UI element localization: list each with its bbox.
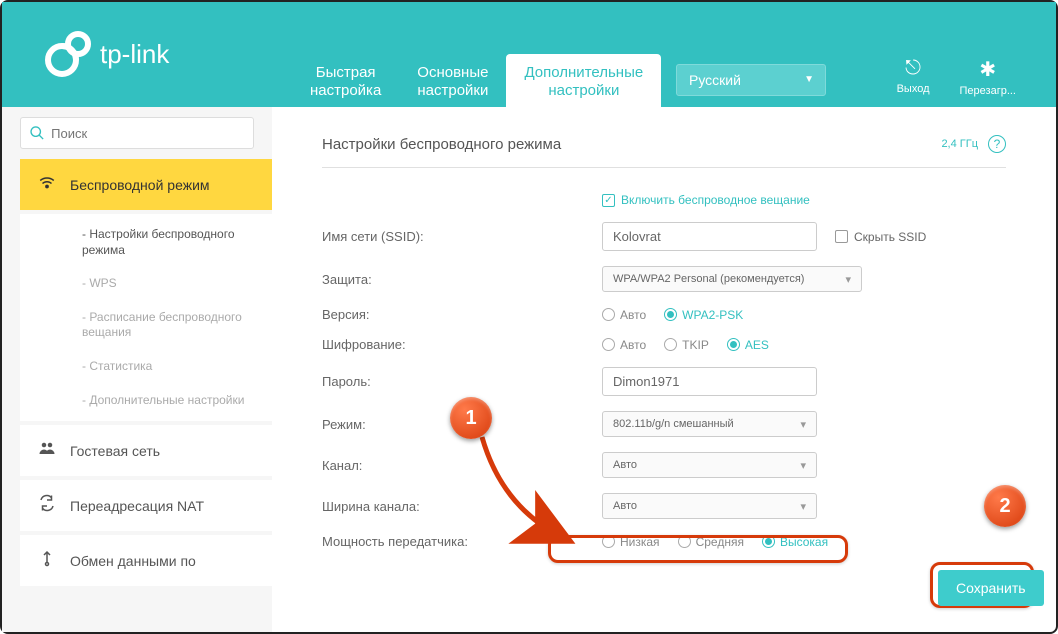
logo: tp-link <box>42 30 169 80</box>
row-encryption: Шифрование: Авто TKIP AES <box>322 337 1006 352</box>
label-encryption: Шифрование: <box>322 337 602 352</box>
channel-select[interactable]: Авто <box>602 452 817 478</box>
sub-wireless-settings[interactable]: - Настройки беспроводного режима <box>20 218 272 267</box>
row-security: Защита: WPA/WPA2 Personal (рекомендуется… <box>322 266 1006 292</box>
reboot-label: Перезагр... <box>960 85 1016 97</box>
header: tp-link Быстрая настройка Основные настр… <box>2 2 1056 107</box>
content: Настройки беспроводного режима 2,4 ГГц ?… <box>272 107 1056 632</box>
wifi-icon <box>36 173 58 196</box>
checkbox-icon: ✓ <box>602 194 615 207</box>
checkbox-icon <box>835 230 848 243</box>
width-select[interactable]: Авто <box>602 493 817 519</box>
password-input[interactable] <box>602 367 817 396</box>
content-header: Настройки беспроводного режима 2,4 ГГц ? <box>322 135 1006 168</box>
ssid-input[interactable] <box>602 222 817 251</box>
wireless-subitems: - Настройки беспроводного режима - WPS -… <box>20 214 272 421</box>
annotation-box-power <box>548 535 848 563</box>
search-icon <box>29 124 45 142</box>
usb-icon <box>36 549 58 572</box>
logout-label: Выход <box>897 83 930 95</box>
sidebar-item-label: Гостевая сеть <box>70 443 160 459</box>
enc-aes-radio[interactable]: AES <box>727 338 769 352</box>
save-button[interactable]: Сохранить <box>938 570 1044 606</box>
row-password: Пароль: <box>322 367 1006 396</box>
nat-icon <box>36 494 58 517</box>
sidebar-item-guest[interactable]: Гостевая сеть <box>20 425 272 476</box>
search-input[interactable] <box>51 126 245 141</box>
body: Беспроводной режим - Настройки беспровод… <box>2 107 1056 632</box>
header-actions: ⎋ Выход ✱ Перезагр... <box>897 57 1016 97</box>
sub-statistics[interactable]: - Статистика <box>20 350 272 384</box>
label-width: Ширина канала: <box>322 499 602 514</box>
security-select[interactable]: WPA/WPA2 Personal (рекомендуется) <box>602 266 862 292</box>
page-title: Настройки беспроводного режима <box>322 136 561 153</box>
version-auto-radio[interactable]: Авто <box>602 308 646 322</box>
hide-ssid-label: Скрыть SSID <box>854 230 926 244</box>
row-channel: Канал: Авто <box>322 452 1006 478</box>
help-icon[interactable]: ? <box>988 135 1006 153</box>
enable-radio-checkbox[interactable]: ✓ Включить беспроводное вещание <box>602 193 810 207</box>
version-wpa2-radio[interactable]: WPA2-PSK <box>664 308 743 322</box>
brand-text: tp-link <box>100 39 169 70</box>
annotation-step-2: 2 <box>984 485 1026 527</box>
sub-advanced[interactable]: - Дополнительные настройки <box>20 384 272 418</box>
label-security: Защита: <box>322 272 602 287</box>
annotation-box-save: Сохранить <box>930 562 1034 608</box>
reboot-icon: ✱ <box>960 57 1016 82</box>
label-password: Пароль: <box>322 374 602 389</box>
sidebar-item-wireless[interactable]: Беспроводной режим <box>20 159 272 210</box>
row-ssid: Имя сети (SSID): Скрыть SSID <box>322 222 1006 251</box>
row-width: Ширина канала: Авто <box>322 493 1006 519</box>
enc-auto-radio[interactable]: Авто <box>602 338 646 352</box>
sidebar-item-label: Обмен данными по <box>70 553 196 569</box>
row-version: Версия: Авто WPA2-PSK <box>322 307 1006 322</box>
enc-tkip-radio[interactable]: TKIP <box>664 338 709 352</box>
hide-ssid-checkbox[interactable]: Скрыть SSID <box>835 230 926 244</box>
mode-select[interactable]: 802.11b/g/n смешанный <box>602 411 817 437</box>
sidebar-item-label: Беспроводной режим <box>70 177 210 193</box>
language-select[interactable]: Русский <box>676 64 826 96</box>
sidebar: Беспроводной режим - Настройки беспровод… <box>2 107 272 632</box>
annotation-step-1: 1 <box>450 397 492 439</box>
reboot-button[interactable]: ✱ Перезагр... <box>960 57 1016 97</box>
sub-schedule[interactable]: - Расписание беспроводного вещания <box>20 301 272 350</box>
logout-icon: ⎋ <box>897 57 930 80</box>
guest-icon <box>36 439 58 462</box>
logout-button[interactable]: ⎋ Выход <box>897 57 930 97</box>
sub-wps[interactable]: - WPS <box>20 267 272 301</box>
row-mode: Режим: 802.11b/g/n смешанный <box>322 411 1006 437</box>
search-box[interactable] <box>20 117 254 149</box>
label-version: Версия: <box>322 307 602 322</box>
tplink-logo-icon <box>42 30 92 80</box>
band-label[interactable]: 2,4 ГГц <box>941 138 978 150</box>
sidebar-item-label: Переадресация NAT <box>70 498 204 514</box>
label-channel: Канал: <box>322 458 602 473</box>
sidebar-item-nat[interactable]: Переадресация NAT <box>20 480 272 531</box>
row-enable-radio: ✓ Включить беспроводное вещание <box>322 193 1006 207</box>
enable-radio-label: Включить беспроводное вещание <box>621 193 810 207</box>
label-ssid: Имя сети (SSID): <box>322 229 602 244</box>
sidebar-item-data[interactable]: Обмен данными по <box>20 535 272 586</box>
